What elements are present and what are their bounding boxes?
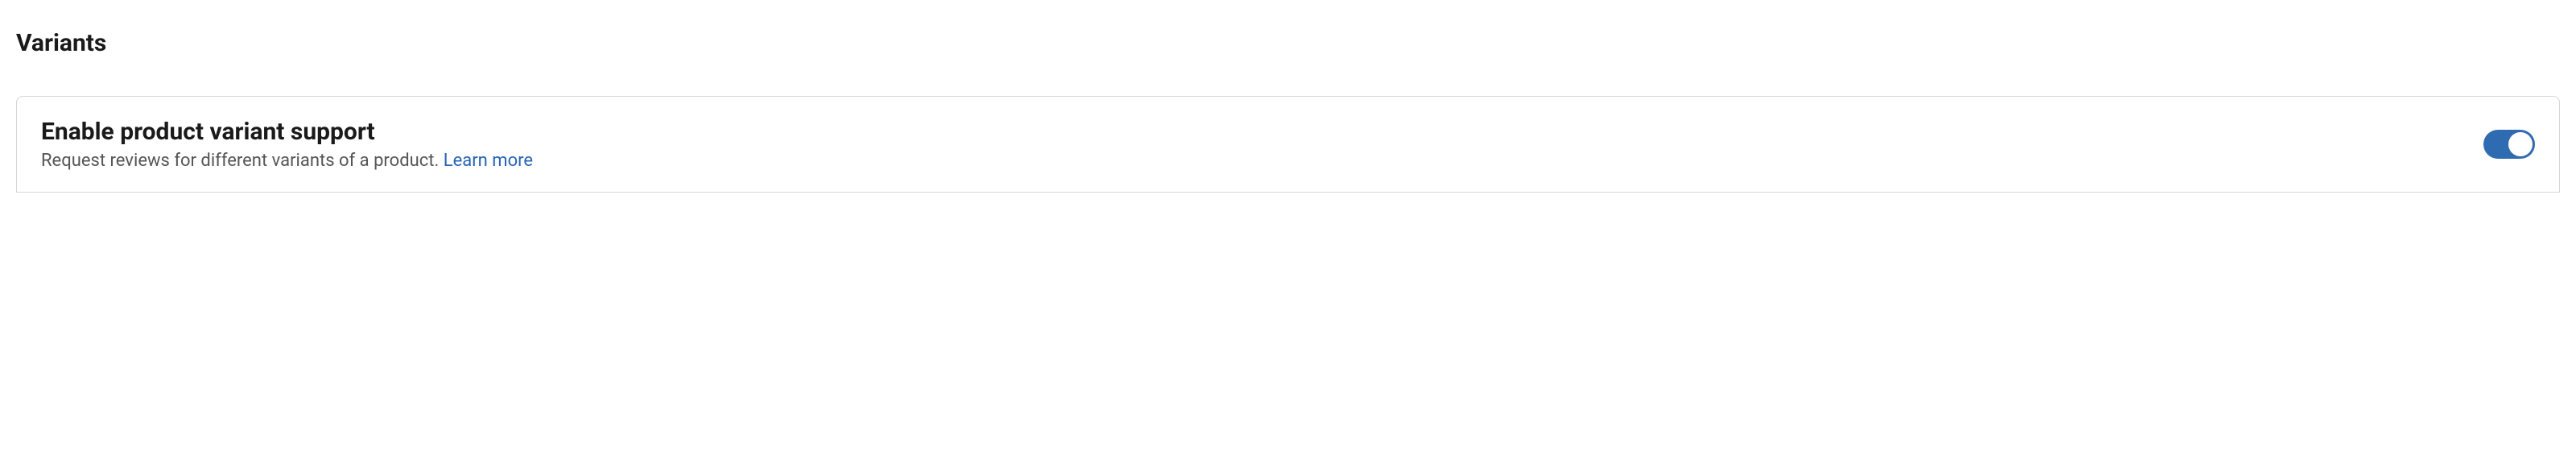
learn-more-link[interactable]: Learn more: [444, 151, 533, 171]
card-title: Enable product variant support: [41, 118, 533, 146]
card-description-text: Request reviews for different variants o…: [41, 151, 444, 171]
toggle-thumb: [2508, 132, 2533, 156]
card-content: Enable product variant support Request r…: [41, 118, 533, 171]
card-description: Request reviews for different variants o…: [41, 151, 533, 171]
enable-variant-support-toggle[interactable]: [2483, 130, 2535, 159]
section-title: Variants: [16, 29, 2560, 57]
variant-support-card: Enable product variant support Request r…: [16, 96, 2560, 193]
